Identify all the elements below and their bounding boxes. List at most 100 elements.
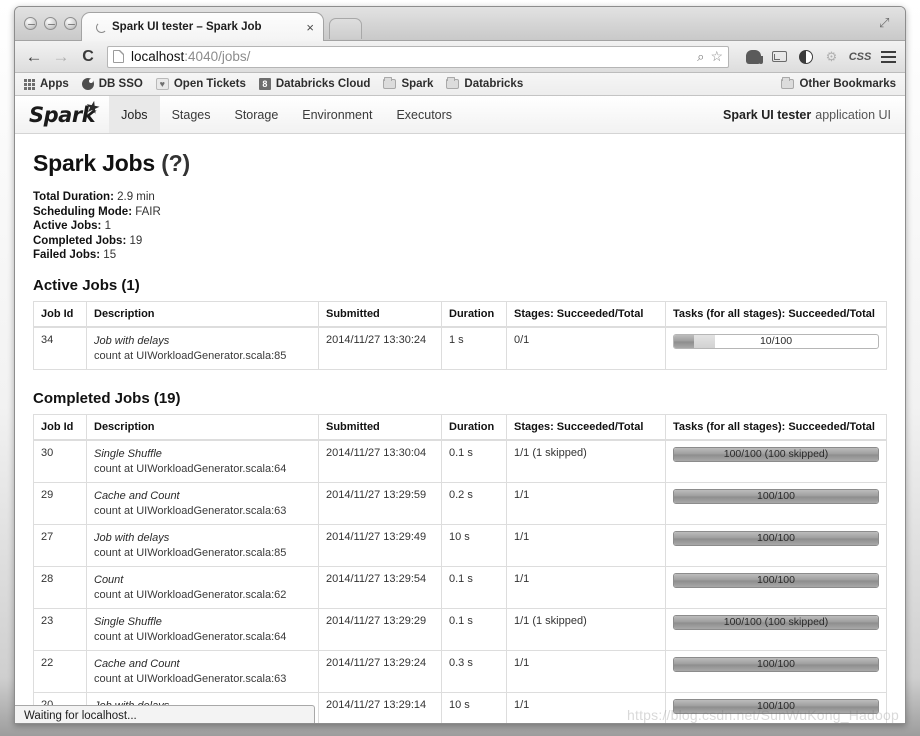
cell-stages: 0/1 xyxy=(506,326,666,369)
address-bar[interactable]: localhost:4040/jobs/ ⌕ ☆ xyxy=(107,45,729,68)
summary-value: 1 xyxy=(101,220,111,232)
cell-description: Single Shuffle count at UIWorkloadGenerat… xyxy=(86,439,319,482)
help-link[interactable]: (?) xyxy=(161,150,190,176)
summary-value: 19 xyxy=(126,234,143,247)
column-header[interactable]: Job Id xyxy=(33,414,87,441)
table-row: 29 Cache and Count count at UIWorkloadGene… xyxy=(33,481,887,524)
column-header[interactable]: Duration xyxy=(441,301,507,328)
folder-icon xyxy=(781,77,795,89)
cell-submitted: 2014/11/27 13:29:54 xyxy=(318,565,442,608)
evernote-icon[interactable] xyxy=(745,48,763,65)
folder-icon xyxy=(383,77,397,89)
fullscreen-icon[interactable]: ⤢ xyxy=(879,16,893,30)
close-window-button[interactable] xyxy=(24,17,37,30)
bookmark-other-bookmarks[interactable]: Other Bookmarks xyxy=(781,77,896,90)
progress-label: 100/100 xyxy=(757,531,795,544)
job-description-link[interactable]: Job with delays xyxy=(94,531,311,545)
cell-submitted: 2014/11/27 13:29:29 xyxy=(318,607,442,650)
cell-submitted: 2014/11/27 13:29:49 xyxy=(318,523,442,566)
bookmark-folder-databricks[interactable]: Databricks xyxy=(446,77,523,90)
star-icon: ★ xyxy=(83,96,103,119)
column-header[interactable]: Stages: Succeeded/Total xyxy=(506,414,666,441)
bookmark-label: Apps xyxy=(40,78,69,90)
menu-icon[interactable] xyxy=(880,48,897,65)
browser-window: Spark UI tester – Spark Job × ⤢ ← → C lo… xyxy=(14,6,906,724)
job-call-site: count at UIWorkloadGenerator.scala:64 xyxy=(94,462,287,475)
bookmark-db-sso[interactable]: DB SSO xyxy=(81,78,143,90)
column-header[interactable]: Submitted xyxy=(318,301,442,328)
column-header[interactable]: Description xyxy=(86,301,319,328)
nav-item-storage[interactable]: Storage xyxy=(222,96,290,133)
minimize-window-button[interactable] xyxy=(44,17,57,30)
css-extension-icon[interactable]: CSS xyxy=(849,48,872,65)
spark-navbar: Spark ★ Jobs Stages Storage Environment … xyxy=(15,96,905,134)
cell-description: Job with delayscount at UIWorkloadGenera… xyxy=(86,523,319,566)
summary-value: 2.9 min xyxy=(113,191,155,203)
bookmark-open-tickets[interactable]: ♥ Open Tickets xyxy=(155,78,246,90)
column-header[interactable]: Submitted xyxy=(318,414,442,441)
active-jobs-heading: Active Jobs (1) xyxy=(33,276,140,294)
nav-item-stages[interactable]: Stages xyxy=(160,96,223,133)
task-progress-bar: 100/100 xyxy=(673,698,879,714)
job-description-link[interactable]: Cache and Count xyxy=(94,489,311,503)
column-header[interactable]: Duration xyxy=(441,414,507,441)
back-button[interactable]: ← xyxy=(23,46,45,68)
search-icon[interactable]: ⌕ xyxy=(697,49,704,65)
omnibox-actions: ⌕ ☆ xyxy=(697,48,723,65)
cell-duration: 0.3 s xyxy=(441,649,507,692)
job-description-link[interactable]: Count xyxy=(94,573,311,587)
job-description-link[interactable]: Job with delays xyxy=(94,334,311,348)
tab-strip: Spark UI tester – Spark Job × ⤢ xyxy=(15,7,905,41)
bookmark-folder-spark[interactable]: Spark xyxy=(383,77,433,90)
table-row: 27 Job with delays count at UIWorkloadGene… xyxy=(33,523,887,566)
reload-button[interactable]: C xyxy=(77,46,99,68)
nav-item-jobs[interactable]: Jobs xyxy=(109,96,160,133)
circle-favicon-icon xyxy=(81,78,94,90)
task-progress-bar: 100/100 (100 skipped) xyxy=(673,614,879,630)
dark-mode-icon[interactable] xyxy=(797,48,814,65)
app-name-suffix: application UI xyxy=(815,107,891,122)
spark-logo[interactable]: Spark ★ xyxy=(25,96,109,133)
cast-icon[interactable] xyxy=(771,48,788,65)
cell-tasks: 10/100 xyxy=(665,326,887,369)
column-header[interactable]: Stages: Succeeded/Total xyxy=(506,301,666,328)
forward-button[interactable]: → xyxy=(50,46,72,68)
job-call-site: count at UIWorkloadGenerator.scala:64 xyxy=(94,630,287,643)
cell-duration: 0.2 s xyxy=(441,481,507,524)
progress-label: 100/100 xyxy=(757,657,795,670)
task-progress-bar: 100/100 xyxy=(673,488,879,504)
progress-label: 100/100 (100 skipped) xyxy=(723,615,829,628)
nav-item-executors[interactable]: Executors xyxy=(384,96,464,133)
job-description-link[interactable]: Cache and Count xyxy=(94,657,311,671)
summary-value: 15 xyxy=(100,249,117,261)
bookmark-star-icon[interactable]: ☆ xyxy=(710,48,723,65)
summary-label: Active Jobs: xyxy=(33,220,102,232)
job-description-link[interactable]: Single Shuffle xyxy=(94,447,311,461)
table-row: 22 Cache and Count count at UIWorkloadGene… xyxy=(33,649,887,692)
progress-label: 100/100 xyxy=(757,489,795,502)
page-info-icon[interactable] xyxy=(113,50,124,63)
column-header[interactable]: Tasks (for all stages): Succeeded/Total xyxy=(665,301,887,328)
url-host: localhost xyxy=(131,49,185,64)
bookmark-label: DB SSO xyxy=(98,78,143,90)
browser-tab-active[interactable]: Spark UI tester – Spark Job × xyxy=(81,12,324,41)
maximize-window-button[interactable] xyxy=(64,17,77,30)
job-call-site: count at UIWorkloadGenerator.scala:63 xyxy=(94,672,287,685)
column-header[interactable]: Job Id xyxy=(33,301,87,328)
bookmark-apps[interactable]: Apps xyxy=(24,78,69,90)
summary-value: FAIR xyxy=(132,205,161,218)
new-tab-button[interactable] xyxy=(329,18,362,39)
cell-description: Single Shuffle count at UIWorkloadGenerat… xyxy=(86,607,319,650)
active-jobs-table: Job Id Description Submitted Duration Stages… xyxy=(33,300,887,370)
puzzle-icon[interactable]: ⚙ xyxy=(823,48,840,65)
column-header[interactable]: Description xyxy=(86,414,319,441)
close-icon[interactable]: × xyxy=(303,21,317,34)
cell-stages: 1/1 xyxy=(506,481,666,524)
job-description-link[interactable]: Single Shuffle xyxy=(94,615,311,629)
app-name-banner: Spark UI tester application UI xyxy=(723,96,905,133)
bookmark-databricks-cloud[interactable]: 8 Databricks Cloud xyxy=(258,78,370,90)
cell-submitted: 2014/11/27 13:30:04 xyxy=(318,439,442,482)
nav-item-environment[interactable]: Environment xyxy=(290,96,384,133)
column-header[interactable]: Tasks (for all stages): Succeeded/Total xyxy=(665,414,887,441)
cell-stages: 1/1 (1 skipped) xyxy=(506,439,666,482)
